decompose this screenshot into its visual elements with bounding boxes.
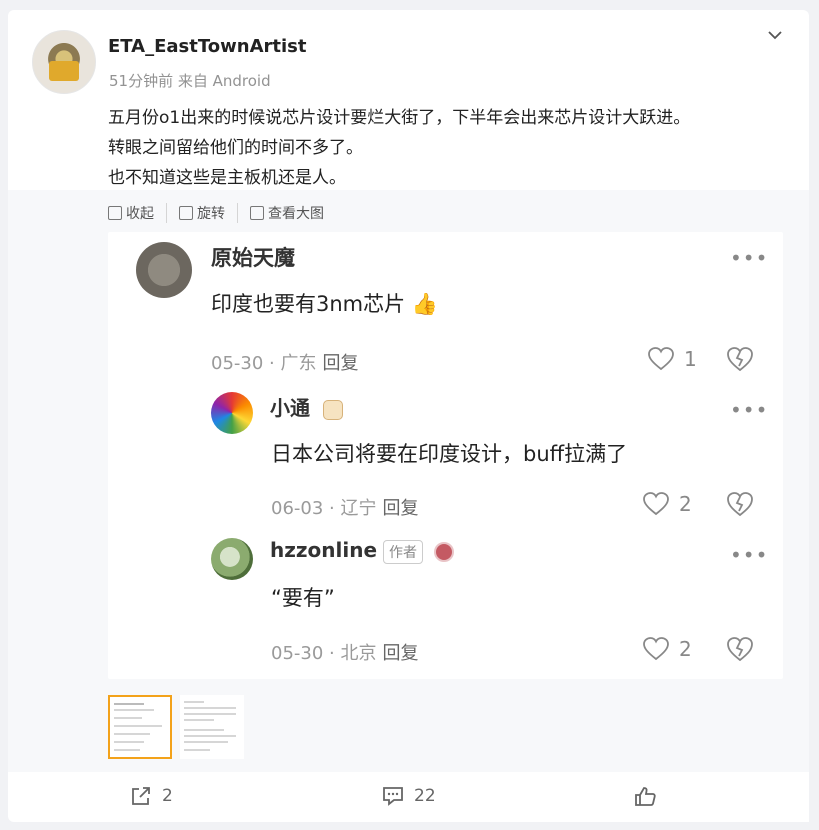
commenter-name-text: 小通	[270, 396, 310, 420]
commenter-name: 小通	[270, 392, 343, 421]
rotate-button[interactable]: 旋转	[179, 203, 238, 223]
comment-text: 印度也要有3nm芯片 👍	[211, 288, 438, 318]
share-count: 2	[162, 786, 173, 806]
more-icon: •••	[730, 246, 769, 270]
broken-heart-icon	[727, 347, 753, 372]
like-number: 2	[679, 492, 692, 516]
commenter-name: 原始天魔	[211, 246, 295, 270]
like-count: 2	[643, 492, 692, 516]
like-count: 2	[643, 637, 692, 661]
collapse-icon	[108, 206, 122, 220]
broken-heart-icon	[727, 637, 753, 662]
image-toolbar: 收起 旋转 查看大图	[108, 203, 348, 223]
heart-icon	[648, 347, 674, 371]
comment-meta: 05-30 · 北京 回复	[271, 639, 418, 665]
post-meta: 51分钟前 来自 Android	[109, 72, 271, 90]
author-avatar[interactable]	[32, 30, 96, 94]
like-count: 1	[648, 347, 697, 371]
post-text: 五月份o1出来的时候说芯片设计要烂大街了，下半年会出来芯片设计大跃进。 转眼之间…	[108, 103, 690, 193]
comment-meta: 06-03 · 辽宁 回复	[271, 494, 418, 520]
action-bar-fade	[658, 772, 809, 822]
broken-heart-icon	[727, 492, 753, 517]
comment-text-body: 印度也要有3nm芯片	[211, 292, 406, 316]
comment-count: 22	[414, 786, 436, 806]
heart-icon	[643, 637, 669, 661]
view-large-button[interactable]: 查看大图	[250, 203, 336, 223]
comment-icon	[383, 787, 403, 806]
thumbnail-1[interactable]	[108, 695, 172, 759]
comment-meta: 05-30 · 广东 回复	[211, 349, 358, 375]
action-bar: 2 22	[8, 772, 809, 822]
share-icon	[132, 787, 150, 805]
rotate-label: 旋转	[197, 206, 225, 222]
view-large-label: 查看大图	[268, 206, 324, 222]
rotate-icon	[179, 206, 193, 220]
more-icon: •••	[730, 398, 769, 422]
chevron-down-icon[interactable]	[768, 28, 782, 42]
thumbnail-2[interactable]	[180, 695, 244, 759]
commenter-name: hzzonline 作者	[270, 538, 454, 564]
post-line: 转眼之间留给他们的时间不多了。	[108, 138, 363, 158]
author-badge: 作者	[383, 539, 424, 564]
comment-screenshot-image[interactable]: 原始天魔 ••• 印度也要有3nm芯片 👍 05-30 · 广东 回复 1 小通 …	[108, 232, 783, 679]
heart-icon	[643, 492, 669, 516]
commenter-avatar	[211, 392, 253, 434]
reply-label: 回复	[382, 498, 419, 519]
share-button[interactable]: 2	[130, 786, 173, 806]
comment-date-location: 05-30 · 广东	[211, 353, 317, 374]
image-icon	[250, 206, 264, 220]
comment-text: 日本公司将要在印度设计，buff拉满了	[271, 442, 628, 466]
reply-label: 回复	[322, 353, 359, 374]
thumbs-up-icon	[635, 787, 656, 806]
collapse-label: 收起	[126, 206, 154, 222]
like-number: 2	[679, 637, 692, 661]
like-number: 1	[684, 347, 697, 371]
commenter-avatar	[136, 242, 192, 298]
collapse-button[interactable]: 收起	[108, 203, 167, 223]
post-line: 五月份o1出来的时候说芯片设计要烂大街了，下半年会出来芯片设计大跃进。	[108, 108, 691, 128]
commenter-name-text: hzzonline	[270, 538, 378, 562]
post-card: ETA_EastTownArtist 51分钟前 来自 Android 五月份o…	[8, 10, 809, 822]
comment-button[interactable]: 22	[382, 786, 436, 806]
medal-icon	[433, 541, 454, 562]
commenter-avatar	[211, 538, 253, 580]
comment-text: “要有”	[271, 586, 335, 610]
thumbs-up-icon: 👍	[411, 292, 438, 316]
reply-label: 回复	[382, 643, 419, 664]
post-line: 也不知道这些是主板机还是人。	[108, 168, 346, 188]
comment-date-location: 05-30 · 北京	[271, 643, 377, 664]
comment-date-location: 06-03 · 辽宁	[271, 498, 377, 519]
author-name[interactable]: ETA_EastTownArtist	[108, 36, 306, 57]
vip-badge-icon	[322, 399, 343, 420]
more-icon: •••	[730, 543, 769, 567]
like-button[interactable]	[634, 786, 656, 806]
